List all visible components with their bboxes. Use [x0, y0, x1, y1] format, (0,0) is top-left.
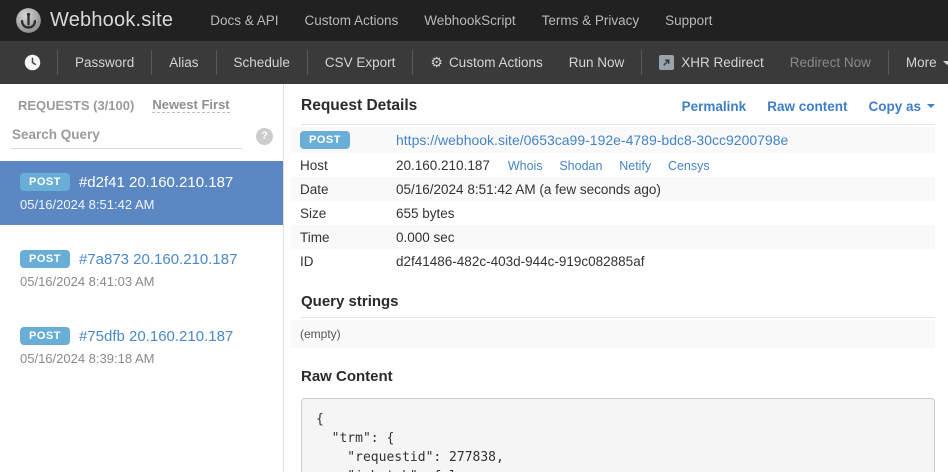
xhr-redirect-button[interactable]: XHR Redirect — [646, 55, 777, 70]
run-now-button[interactable]: Run Now — [556, 55, 638, 70]
host-lookup-links: Whois Shodan Netify Censys — [508, 158, 723, 173]
nav-docs-api[interactable]: Docs & API — [197, 13, 291, 28]
row-label: Time — [300, 230, 396, 245]
brand-title: Webhook.site — [50, 9, 173, 32]
id-value: d2f41486-482c-403d-944c-919c082885af — [396, 254, 644, 269]
gear-icon: ⚙ — [430, 54, 443, 71]
toolbar-separator — [57, 50, 58, 75]
nav-custom-actions[interactable]: Custom Actions — [292, 13, 412, 28]
censys-link[interactable]: Censys — [668, 159, 710, 173]
request-list-item[interactable]: POST #7a873 20.160.210.187 05/16/2024 8:… — [0, 238, 283, 302]
table-row-host: Host 20.160.210.187 Whois Shodan Netify … — [291, 153, 935, 177]
password-button[interactable]: Password — [62, 55, 147, 70]
raw-content-code[interactable]: { "trm": { "requestid": 277838, "isbatch… — [301, 398, 935, 472]
nav-terms-privacy[interactable]: Terms & Privacy — [529, 13, 653, 28]
content-area: REQUESTS (3/100) Newest First ? POST #d2… — [0, 84, 948, 472]
table-row-date: Date 05/16/2024 8:51:42 AM (a few second… — [291, 177, 935, 201]
row-label: Host — [300, 158, 396, 173]
more-menu-button[interactable]: More — [893, 55, 948, 70]
details-header: Request Details Permalink Raw content Co… — [301, 97, 935, 125]
permalink-link[interactable]: Permalink — [682, 99, 747, 114]
requests-header-row: REQUESTS (3/100) Newest First — [0, 97, 283, 113]
custom-actions-button[interactable]: ⚙ Custom Actions — [417, 54, 555, 71]
size-value: 655 bytes — [396, 206, 455, 221]
table-row-id: ID d2f41486-482c-403d-944c-919c082885af — [291, 249, 935, 273]
table-row-size: Size 655 bytes — [291, 201, 935, 225]
query-strings-empty: (empty) — [291, 320, 935, 348]
details-table: POST https://webhook.site/0653ca99-192e-… — [291, 127, 935, 273]
action-toolbar: Password Alias Schedule CSV Export ⚙ Cus… — [0, 41, 948, 84]
toolbar-separator — [307, 50, 308, 75]
toolbar-separator — [216, 50, 217, 75]
raw-content-heading: Raw Content — [301, 368, 935, 385]
request-date: 05/16/2024 8:51:42 AM — [20, 197, 263, 212]
page-title: Request Details — [301, 97, 417, 115]
toolbar-separator — [151, 50, 152, 75]
search-row: ? — [10, 123, 273, 149]
copy-as-dropdown[interactable]: Copy as — [868, 99, 935, 114]
request-title: #7a873 20.160.210.187 — [79, 251, 238, 268]
request-title: #75dfb 20.160.210.187 — [79, 328, 233, 345]
toolbar-separator — [412, 50, 413, 75]
request-list-item[interactable]: POST #75dfb 20.160.210.187 05/16/2024 8:… — [0, 315, 283, 379]
request-list: POST #d2f41 20.160.210.187 05/16/2024 8:… — [0, 161, 283, 379]
requests-count-label: REQUESTS (3/100) — [18, 98, 134, 113]
brand[interactable]: Webhook.site — [15, 7, 173, 34]
method-badge: POST — [20, 173, 70, 191]
external-link-icon — [659, 55, 674, 70]
nav-webhookscript[interactable]: WebhookScript — [411, 13, 528, 28]
request-list-item[interactable]: POST #d2f41 20.160.210.187 05/16/2024 8:… — [0, 161, 283, 225]
redirect-now-button[interactable]: Redirect Now — [777, 55, 884, 70]
table-row-time: Time 0.000 sec — [291, 225, 935, 249]
help-icon[interactable]: ? — [256, 128, 273, 145]
method-badge: POST — [20, 327, 70, 345]
sort-order-toggle[interactable]: Newest First — [152, 97, 229, 113]
request-date: 05/16/2024 8:41:03 AM — [20, 274, 263, 289]
requests-sidebar: REQUESTS (3/100) Newest First ? POST #d2… — [0, 84, 284, 472]
toolbar-separator — [641, 50, 642, 75]
request-date: 05/16/2024 8:39:18 AM — [20, 351, 263, 366]
toolbar-separator — [888, 50, 889, 75]
shodan-link[interactable]: Shodan — [559, 159, 602, 173]
method-badge: POST — [20, 250, 70, 268]
table-row-url: POST https://webhook.site/0653ca99-192e-… — [291, 127, 935, 153]
request-url-link[interactable]: https://webhook.site/0653ca99-192e-4789-… — [396, 132, 788, 148]
csv-export-button[interactable]: CSV Export — [312, 55, 409, 70]
schedule-button[interactable]: Schedule — [221, 55, 303, 70]
search-input[interactable] — [10, 123, 242, 149]
host-value: 20.160.210.187 — [396, 158, 490, 173]
details-actions: Permalink Raw content Copy as — [661, 99, 935, 114]
date-value: 05/16/2024 8:51:42 AM (a few seconds ago… — [396, 182, 661, 197]
webhook-logo-icon — [15, 7, 42, 34]
history-clock-icon[interactable] — [12, 54, 53, 71]
request-details-panel: Request Details Permalink Raw content Co… — [284, 84, 948, 472]
main-nav: Docs & API Custom Actions WebhookScript … — [197, 13, 725, 28]
chevron-down-icon — [943, 61, 948, 65]
request-title: #d2f41 20.160.210.187 — [79, 174, 233, 191]
alias-button[interactable]: Alias — [156, 55, 211, 70]
method-badge: POST — [300, 131, 350, 149]
chevron-down-icon — [927, 104, 935, 108]
raw-content-link[interactable]: Raw content — [767, 99, 847, 114]
nav-support[interactable]: Support — [652, 13, 725, 28]
query-strings-heading: Query strings — [301, 293, 935, 318]
whois-link[interactable]: Whois — [508, 159, 543, 173]
top-navbar: Webhook.site Docs & API Custom Actions W… — [0, 0, 948, 41]
netify-link[interactable]: Netify — [619, 159, 651, 173]
row-label: ID — [300, 254, 396, 269]
row-label: Date — [300, 182, 396, 197]
row-label: Size — [300, 206, 396, 221]
time-value: 0.000 sec — [396, 230, 455, 245]
